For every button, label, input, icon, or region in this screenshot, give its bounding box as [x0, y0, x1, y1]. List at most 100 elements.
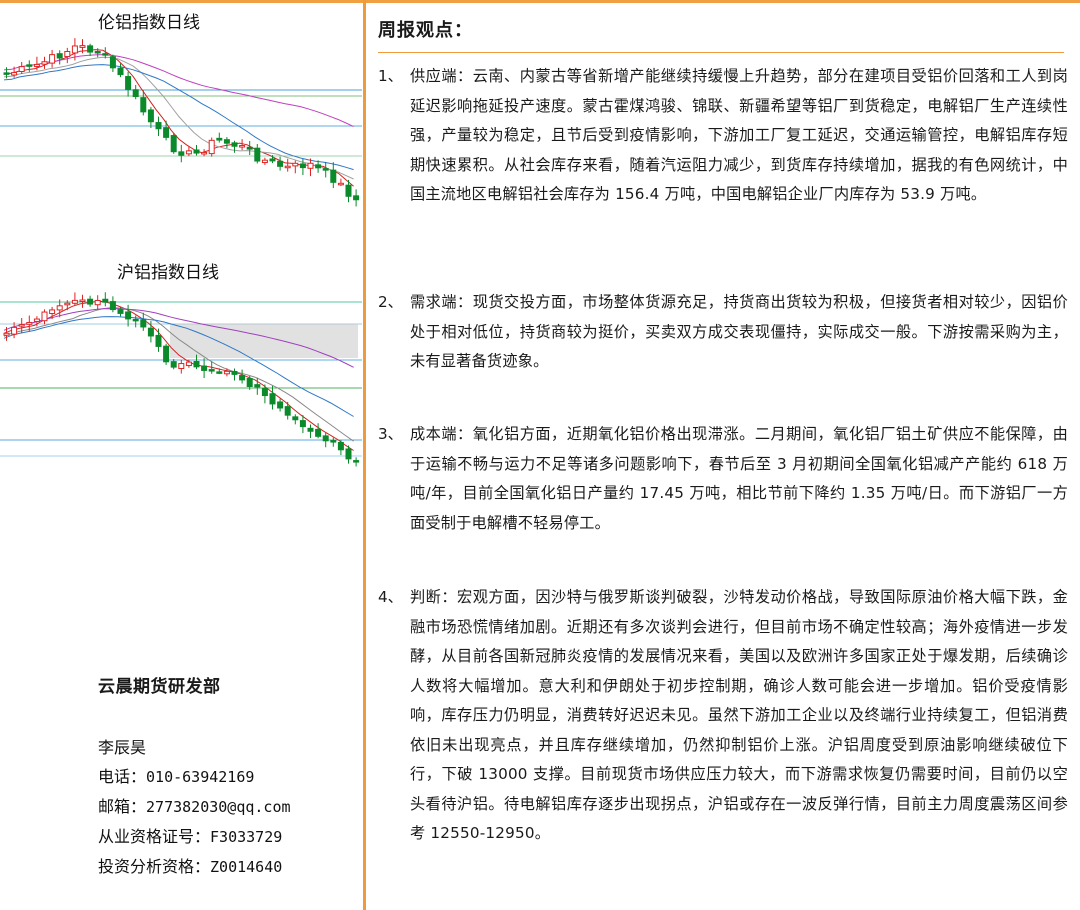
candle-body [49, 309, 56, 314]
candle-body [201, 151, 208, 155]
candle-body [26, 321, 33, 325]
point-judgement: 4、 判断：宏观方面，因沙特与俄罗斯谈判破裂，沙特发动价格战，导致国际原油价格大… [378, 583, 1068, 849]
candle-body [231, 371, 238, 375]
candle-body [208, 369, 215, 372]
candle-body [87, 45, 94, 53]
candle-body [315, 428, 322, 437]
candle-body [94, 50, 101, 54]
candle-body [261, 159, 268, 164]
candle-body [41, 311, 48, 322]
candle-body [178, 151, 185, 156]
candle-body [71, 299, 78, 304]
candle-body [117, 309, 124, 314]
weekly-view-panel: 周报观点： 1、 供应端：云南、内蒙古等省新增产能继续持缓慢上升趋势，部分在建项… [378, 0, 1070, 910]
candle-body [11, 72, 18, 76]
candle-body [3, 332, 10, 336]
candle-body [170, 135, 177, 153]
candle-body [223, 370, 230, 375]
candle-body [178, 363, 185, 369]
candle-body [147, 327, 154, 337]
candle-body [147, 109, 154, 123]
point-text: 供应端：云南、内蒙古等省新增产能继续持缓慢上升趋势，部分在建项目受铝价回落和工人… [410, 67, 1068, 203]
candle-body [353, 460, 360, 463]
candle-body [277, 160, 284, 167]
phone-label: 电话： [98, 767, 147, 786]
candle-body [140, 97, 147, 113]
candle-body [33, 63, 40, 67]
candle-body [132, 89, 139, 97]
candle-body [261, 387, 268, 397]
section-rule [378, 52, 1064, 53]
candle-body [284, 406, 291, 416]
candle-body [79, 45, 86, 48]
candle-body [269, 158, 276, 162]
candle-body [345, 448, 352, 460]
candle-body [102, 298, 109, 303]
analyst-name: 李辰昊 [98, 738, 147, 757]
candle-body [132, 318, 139, 322]
candle-body [277, 401, 284, 409]
column-divider [363, 0, 366, 910]
candle-body [102, 53, 109, 56]
point-text: 成本端：氧化铝方面，近期氧化铝价格出现滞涨。二月期间，氧化铝厂铝土矿供应不能保障… [410, 425, 1068, 532]
candle-body [299, 163, 306, 169]
candle-body [87, 298, 94, 305]
lme-aluminum-candlestick-chart [0, 38, 362, 207]
candle-body [109, 301, 116, 311]
candle-body [330, 440, 337, 443]
candle-body [322, 435, 329, 442]
candle-body [254, 384, 261, 388]
candle-body [246, 377, 253, 388]
advisor-value: Z0014640 [210, 858, 283, 876]
candle-body [307, 162, 314, 169]
candle-body [216, 137, 223, 141]
candle-body [64, 302, 71, 306]
candle-body [185, 361, 192, 367]
candle-body [41, 61, 48, 65]
candle-body [117, 67, 124, 76]
candle-body [125, 76, 132, 90]
candle-body [170, 361, 177, 368]
email-label: 邮箱： [98, 797, 147, 816]
phone-line: 电话：010-63942169 [98, 762, 291, 792]
point-demand: 2、 需求端：现货交投方面，市场整体货源充足，持货商出货较为积极，但接货者相对较… [378, 288, 1068, 377]
candle-body [155, 122, 162, 130]
point-number: 2、 [378, 293, 403, 311]
candle-body [353, 195, 360, 201]
candle-body [337, 441, 344, 451]
point-text: 判断：宏观方面，因沙特与俄罗斯谈判破裂，沙特发动价格战，导致国际原油价格大幅下跌… [410, 588, 1068, 842]
section-title: 周报观点： [378, 20, 473, 41]
candle-body [246, 146, 253, 150]
candle-body [18, 66, 25, 72]
candle-body [254, 147, 261, 162]
candle-body [299, 420, 306, 428]
candle-body [307, 427, 314, 432]
candle-body [193, 149, 200, 154]
candle-body [33, 318, 40, 322]
candle-body [64, 51, 71, 58]
contact-block: 云晨期货研发部 李辰昊 电话：010-63942169 邮箱：277382030… [98, 672, 291, 882]
email-line: 邮箱：277382030@qq.com [98, 792, 291, 822]
department-name: 云晨期货研发部 [98, 677, 221, 697]
candle-body [94, 299, 101, 306]
candle-body [109, 56, 116, 69]
candle-body [231, 142, 238, 147]
candle-body [201, 365, 208, 371]
candle-body [239, 375, 246, 381]
phone-value: 010-63942169 [146, 768, 255, 786]
candle-body [125, 311, 132, 320]
candle-body [49, 54, 56, 64]
point-number: 4、 [378, 588, 403, 606]
moving-average-line [3, 56, 354, 180]
candle-body [56, 305, 63, 311]
shfe-aluminum-candlestick-chart [0, 292, 362, 467]
candle-body [239, 145, 246, 148]
candle-body [193, 360, 200, 368]
candle-body [140, 319, 147, 328]
license-label: 从业资格证号： [98, 827, 211, 846]
candle-body [322, 168, 329, 171]
candle-body [337, 182, 344, 186]
candle-body [315, 164, 322, 169]
point-text: 需求端：现货交投方面，市场整体货源充足，持货商出货较为积极，但接货者相对较少，因… [410, 293, 1068, 370]
candle-body [216, 371, 223, 374]
